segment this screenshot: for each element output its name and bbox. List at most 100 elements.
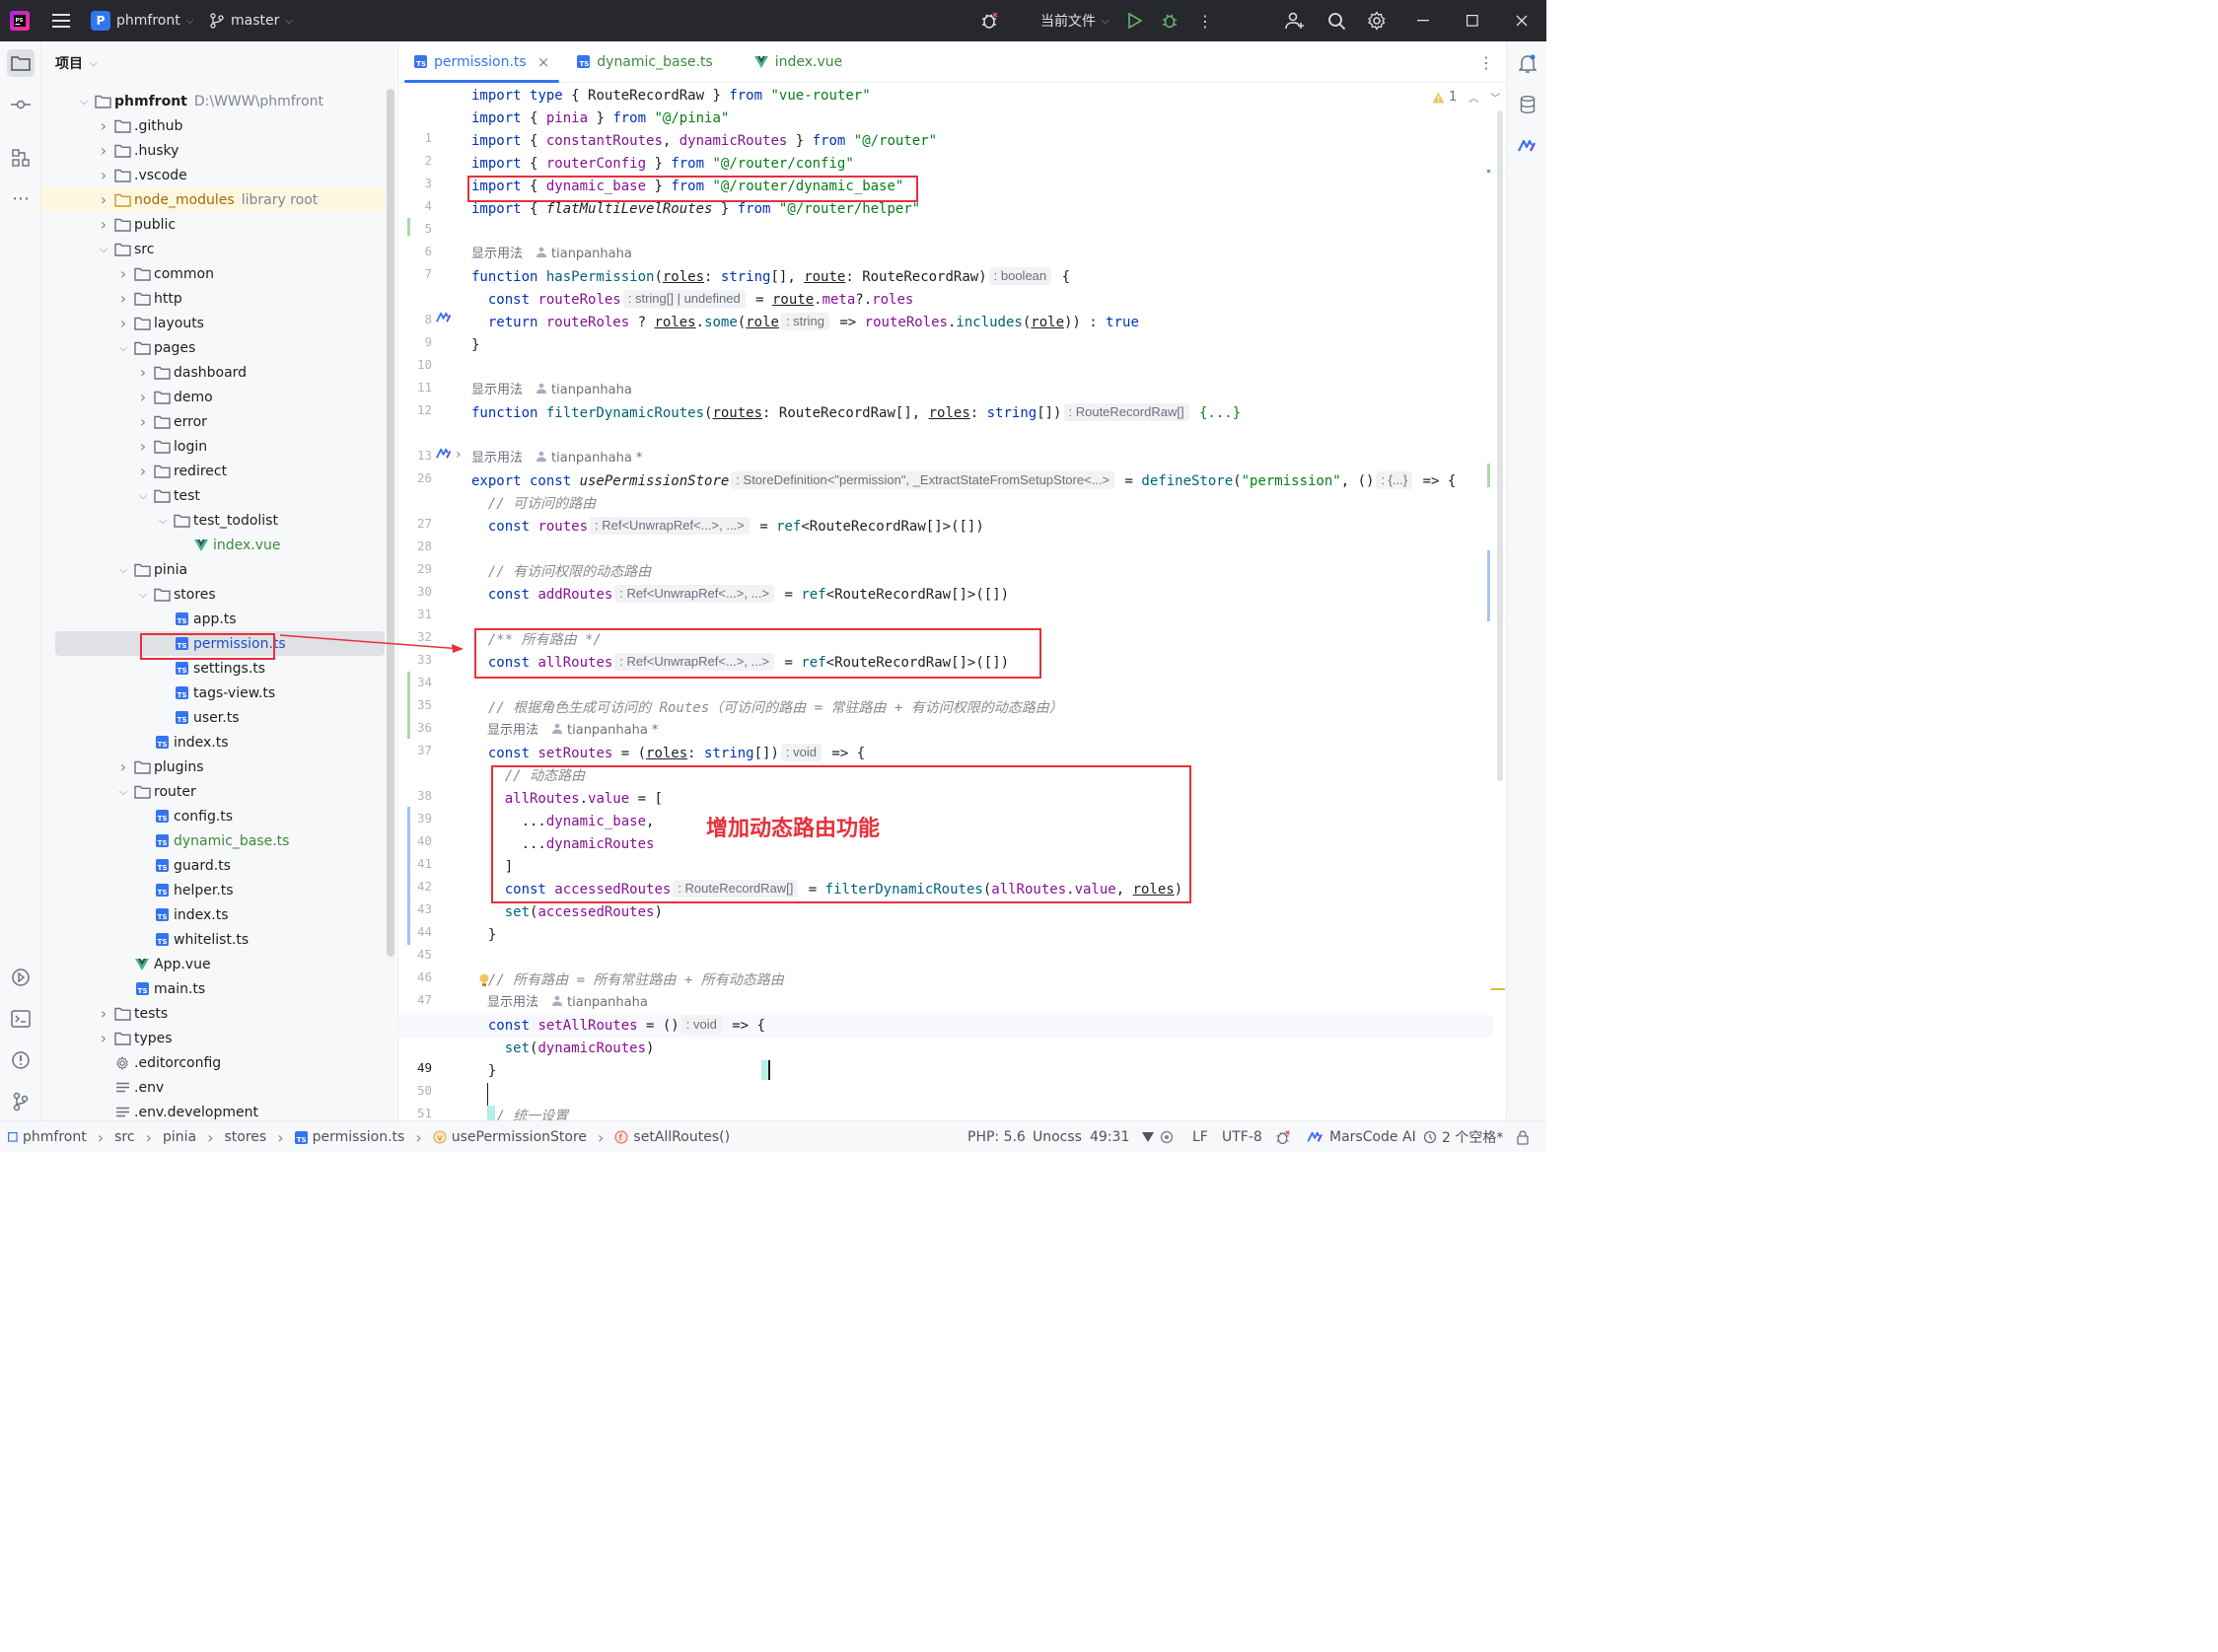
tree-item[interactable]: › .vscode: [41, 163, 385, 187]
database-icon[interactable]: [1517, 94, 1538, 115]
chevron-right-icon[interactable]: ›: [97, 141, 110, 160]
line-separator[interactable]: LF: [1192, 1121, 1208, 1152]
tree-item[interactable]: TS user.ts: [41, 705, 385, 730]
tree-item[interactable]: ⌵ src: [41, 237, 385, 261]
tree-item[interactable]: › redirect: [41, 459, 385, 483]
chevron-down-icon[interactable]: ⌵: [116, 785, 130, 799]
chevron-right-icon[interactable]: ›: [97, 116, 110, 135]
chevron-right-icon[interactable]: ›: [97, 1029, 110, 1047]
tree-item[interactable]: › http: [41, 286, 385, 311]
php-version[interactable]: PHP: 5.6: [967, 1121, 1026, 1152]
chevron-right-icon[interactable]: ›: [116, 289, 130, 308]
chevron-right-icon[interactable]: ›: [97, 1004, 110, 1023]
tree-item[interactable]: › public: [41, 212, 385, 237]
project-panel-header[interactable]: 项目 ⌵: [41, 41, 396, 85]
chevron-down-icon[interactable]: ⌵: [136, 489, 150, 503]
tree-item[interactable]: ⌵ stores: [41, 582, 385, 607]
tree-item[interactable]: › demo: [41, 385, 385, 409]
tree-item[interactable]: › tests: [41, 1001, 385, 1026]
tree-item[interactable]: › login: [41, 434, 385, 459]
chevron-right-icon[interactable]: ›: [97, 215, 110, 234]
chevron-right-icon[interactable]: ›: [116, 264, 130, 283]
marscode-ai-icon[interactable]: [1517, 135, 1538, 157]
tree-item[interactable]: › node_modules library root: [41, 187, 385, 212]
vcs-change-marker[interactable]: [407, 807, 410, 945]
tab-permission-ts[interactable]: TS permission.ts ×: [400, 41, 563, 83]
close-tab-icon[interactable]: ×: [537, 53, 550, 71]
vcs-status-widget[interactable]: [1141, 1121, 1174, 1152]
minimize-window-button[interactable]: [1400, 0, 1446, 41]
background-tasks-bug-icon[interactable]: [1274, 1121, 1291, 1152]
project-tree-scrollbar[interactable]: [387, 89, 394, 957]
debug-icon[interactable]: [1160, 11, 1180, 31]
run-config-selector[interactable]: 当前文件 ⌵: [1040, 0, 1109, 41]
file-encoding[interactable]: UTF-8: [1222, 1121, 1262, 1152]
chevron-up-icon[interactable]: ︿: [1468, 90, 1478, 105]
chevron-right-icon[interactable]: ›: [97, 166, 110, 184]
tree-item[interactable]: ⌵ router: [41, 779, 385, 804]
breadcrumb-item[interactable]: pinia: [163, 1129, 196, 1145]
unocss-widget[interactable]: Unocss: [1033, 1121, 1082, 1152]
tab-index-vue[interactable]: index.vue: [741, 41, 857, 83]
marscode-ai-icon[interactable]: [436, 448, 454, 462]
breadcrumb-item[interactable]: phmfront: [8, 1129, 87, 1145]
search-icon[interactable]: [1325, 10, 1347, 32]
problems-icon[interactable]: [7, 1046, 35, 1074]
caret-position[interactable]: 49:31: [1090, 1121, 1129, 1152]
chevron-down-icon[interactable]: ⌵: [116, 341, 130, 355]
chevron-down-icon[interactable]: ﹀: [1490, 90, 1500, 105]
tree-item[interactable]: › .github: [41, 113, 385, 138]
code-vision-usages[interactable]: 显示用法 tianpanhaha: [487, 993, 648, 1013]
breadcrumb-item[interactable]: stores: [225, 1129, 267, 1145]
tree-item[interactable]: › dashboard: [41, 360, 385, 385]
notifications-bell-icon[interactable]: [1517, 53, 1538, 75]
settings-gear-icon[interactable]: [1366, 10, 1388, 32]
tree-item[interactable]: index.vue: [41, 533, 385, 557]
tree-item[interactable]: .env.development: [41, 1100, 385, 1120]
tree-item[interactable]: ⌵ pages: [41, 335, 385, 360]
tree-item[interactable]: › .husky: [41, 138, 385, 163]
close-window-button[interactable]: [1499, 0, 1544, 41]
tab-options-more-icon[interactable]: ⋮: [1476, 52, 1496, 72]
tree-item[interactable]: › plugins: [41, 754, 385, 779]
code-vision-usages[interactable]: 显示用法 tianpanhaha *: [471, 449, 642, 468]
structure-icon[interactable]: [7, 144, 35, 172]
tree-item[interactable]: TS whitelist.ts: [41, 927, 385, 952]
readonly-lock-icon[interactable]: [1516, 1121, 1530, 1152]
vcs-change-marker[interactable]: [407, 218, 410, 236]
breadcrumb-item[interactable]: src: [114, 1129, 134, 1145]
tree-item[interactable]: TS index.ts: [41, 730, 385, 754]
tree-item[interactable]: TS main.ts: [41, 976, 385, 1001]
tree-item[interactable]: ⌵ test: [41, 483, 385, 508]
run-icon[interactable]: [1125, 11, 1145, 31]
tree-item[interactable]: .env: [41, 1075, 385, 1100]
tree-item[interactable]: TS index.ts: [41, 902, 385, 927]
chevron-down-icon[interactable]: ⌵: [136, 588, 150, 602]
breadcrumb-item[interactable]: f setAllRoutes(): [614, 1129, 730, 1145]
tree-item[interactable]: TS app.ts: [41, 607, 385, 631]
chevron-right-icon[interactable]: ›: [116, 757, 130, 776]
project-tool-folder-icon[interactable]: [7, 49, 35, 77]
vcs-change-marker[interactable]: [407, 672, 410, 739]
breadcrumb-item[interactable]: v usePermissionStore: [433, 1129, 587, 1145]
code-vision-usages[interactable]: 显示用法 tianpanhaha *: [487, 721, 658, 741]
commit-icon[interactable]: [7, 91, 35, 118]
vcs-branch-widget[interactable]: master ⌵: [209, 0, 293, 41]
intention-bulb-icon[interactable]: [479, 973, 489, 987]
project-switcher[interactable]: P phmfront ⌵: [91, 0, 193, 41]
git-icon[interactable]: [7, 1088, 35, 1115]
services-run-icon[interactable]: [7, 964, 35, 991]
tree-item[interactable]: App.vue: [41, 952, 385, 976]
tree-item[interactable]: › common: [41, 261, 385, 286]
code-vision-usages[interactable]: 显示用法 tianpanhaha: [471, 381, 632, 400]
maximize-window-button[interactable]: [1450, 0, 1495, 41]
tree-item[interactable]: TS tags-view.ts: [41, 681, 385, 705]
chevron-down-icon[interactable]: ⌵: [97, 243, 110, 256]
more-vertical-icon[interactable]: ⋮: [1195, 11, 1215, 31]
tree-item[interactable]: .editorconfig: [41, 1050, 385, 1075]
tree-item[interactable]: › types: [41, 1026, 385, 1050]
chevron-right-icon[interactable]: ›: [116, 314, 130, 332]
tree-item[interactable]: › layouts: [41, 311, 385, 335]
tab-dynamic-base-ts[interactable]: TS dynamic_base.ts: [563, 41, 726, 83]
ide-logo-icon[interactable]: PS: [10, 11, 30, 31]
